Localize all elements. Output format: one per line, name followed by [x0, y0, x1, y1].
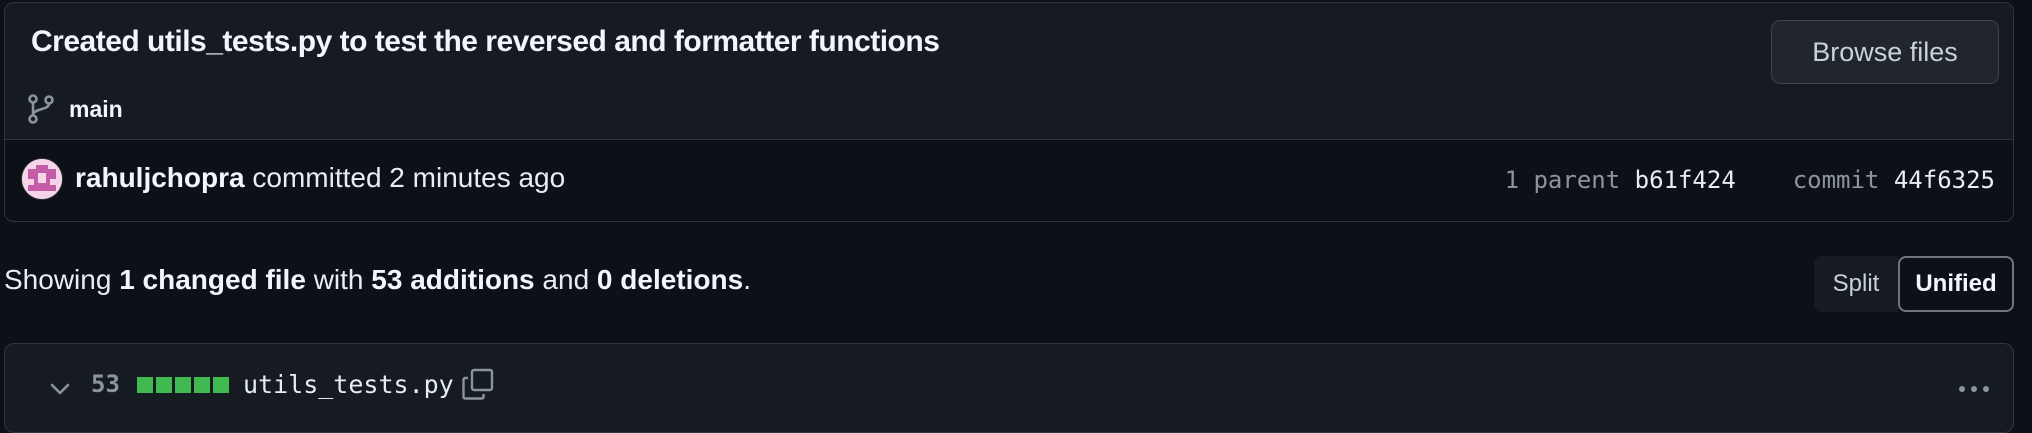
additions-count: 53 additions — [371, 264, 535, 295]
browse-files-button[interactable]: Browse files — [1771, 20, 1999, 84]
summary-prefix: Showing — [4, 264, 112, 295]
diffstat-block — [175, 377, 191, 393]
commit-label: commit — [1792, 166, 1880, 194]
diff-view-toggle: Split Unified — [1814, 256, 2014, 312]
diffstat-block — [213, 377, 229, 393]
parent-sha-link[interactable]: b61f424 — [1635, 166, 1736, 194]
changed-files-count[interactable]: 1 changed file — [119, 264, 306, 295]
parent-label: 1 parent — [1504, 166, 1621, 194]
branch-name: main — [69, 95, 123, 122]
deletions-count: 0 deletions — [596, 264, 744, 295]
commit-time: committed 2 minutes ago — [252, 162, 566, 193]
split-view-button[interactable]: Split — [1814, 256, 1898, 312]
git-branch-icon — [28, 94, 54, 124]
branch-indicator[interactable]: main — [27, 89, 123, 129]
diffstat-block — [194, 377, 210, 393]
commit-sha-group: 1 parent b61f424 commit 44f6325 — [1505, 166, 1995, 194]
commit-sha[interactable]: 44f6325 — [1894, 166, 1995, 194]
copy-icon[interactable] — [460, 366, 496, 402]
commit-author-line: rahuljchopra committed 2 minutes ago — [75, 162, 565, 194]
author-link[interactable]: rahuljchopra — [75, 162, 245, 193]
commit-meta-row: rahuljchopra committed 2 minutes ago 1 p… — [5, 139, 2013, 221]
summary-suffix: . — [743, 264, 751, 295]
chevron-down-icon[interactable] — [45, 374, 75, 404]
file-name-link[interactable]: utils_tests.py — [243, 370, 454, 399]
summary-and: and — [542, 264, 590, 295]
commit-header: Created utils_tests.py to test the rever… — [4, 2, 2014, 222]
unified-view-button[interactable]: Unified — [1898, 256, 2014, 312]
commit-title: Created utils_tests.py to test the rever… — [31, 25, 940, 58]
diffstat-block — [137, 377, 153, 393]
file-change-count: 53 — [91, 370, 120, 398]
diffstat-block — [156, 377, 172, 393]
file-diff-header: 53 utils_tests.py — [4, 343, 2014, 433]
identicon-avatar — [22, 159, 62, 199]
diffstat-bar — [137, 377, 229, 393]
author-avatar[interactable] — [22, 159, 62, 199]
summary-with: with — [313, 264, 364, 295]
diff-summary: Showing 1 changed file with 53 additions… — [4, 264, 751, 296]
kebab-menu-icon[interactable] — [1953, 374, 1995, 404]
